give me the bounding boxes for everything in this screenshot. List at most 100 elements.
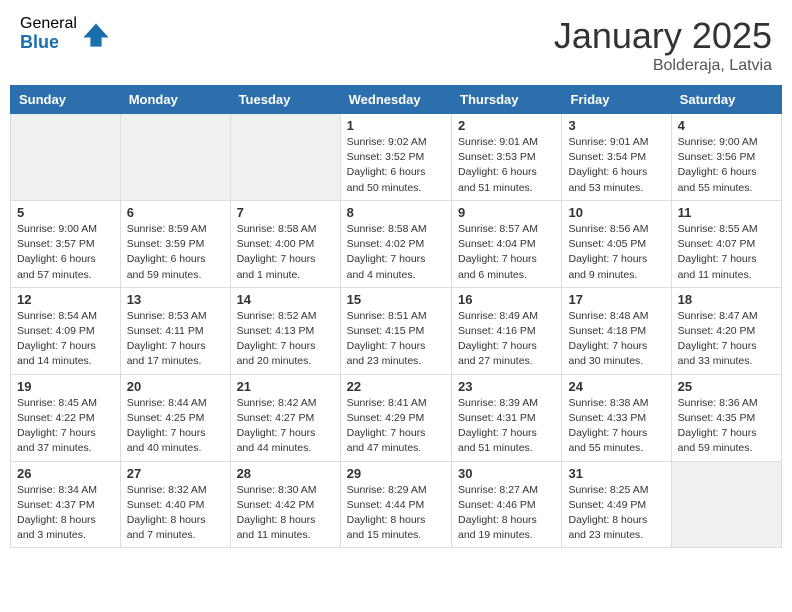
day-info: Sunrise: 8:48 AMSunset: 4:18 PMDaylight:…	[568, 309, 664, 370]
day-info: Sunrise: 8:56 AMSunset: 4:05 PMDaylight:…	[568, 222, 664, 283]
month-title: January 2025	[554, 15, 772, 57]
day-number: 20	[127, 379, 224, 394]
day-number: 7	[237, 205, 334, 220]
day-info: Sunrise: 8:41 AMSunset: 4:29 PMDaylight:…	[347, 396, 445, 457]
day-number: 11	[678, 205, 775, 220]
day-number: 17	[568, 292, 664, 307]
day-info: Sunrise: 8:32 AMSunset: 4:40 PMDaylight:…	[127, 483, 224, 544]
weekday-header: Sunday	[11, 86, 121, 114]
day-cell: 27 Sunrise: 8:32 AMSunset: 4:40 PMDayligh…	[120, 461, 230, 548]
day-number: 21	[237, 379, 334, 394]
day-number: 29	[347, 466, 445, 481]
day-info: Sunrise: 9:02 AMSunset: 3:52 PMDaylight:…	[347, 135, 445, 196]
day-cell: 17 Sunrise: 8:48 AMSunset: 4:18 PMDayligh…	[562, 287, 671, 374]
day-info: Sunrise: 8:55 AMSunset: 4:07 PMDaylight:…	[678, 222, 775, 283]
weekday-header-row: SundayMondayTuesdayWednesdayThursdayFrid…	[11, 86, 782, 114]
day-number: 8	[347, 205, 445, 220]
logo-text: General Blue	[20, 15, 77, 52]
day-cell: 28Sunrise: 8:30 AMSunset: 4:42 PMDayligh…	[230, 461, 340, 548]
day-number: 9	[458, 205, 555, 220]
day-cell: 19Sunrise: 8:45 AMSunset: 4:22 PMDayligh…	[11, 374, 121, 461]
logo-blue: Blue	[20, 33, 77, 53]
day-cell: 8 Sunrise: 8:58 AMSunset: 4:02 PMDaylight…	[340, 200, 451, 287]
day-cell: 26Sunrise: 8:34 AMSunset: 4:37 PMDayligh…	[11, 461, 121, 548]
day-cell: 4Sunrise: 9:00 AMSunset: 3:56 PMDaylight…	[671, 114, 781, 201]
day-info: Sunrise: 8:42 AMSunset: 4:27 PMDaylight:…	[237, 396, 334, 457]
calendar-week-row: 5 Sunrise: 9:00 AMSunset: 3:57 PMDaylight…	[11, 200, 782, 287]
calendar-week-row: 12 Sunrise: 8:54 AMSunset: 4:09 PMDayligh…	[11, 287, 782, 374]
day-info: Sunrise: 8:52 AMSunset: 4:13 PMDaylight:…	[237, 309, 334, 370]
day-cell: 30 Sunrise: 8:27 AMSunset: 4:46 PMDayligh…	[452, 461, 562, 548]
day-info: Sunrise: 8:36 AMSunset: 4:35 PMDaylight:…	[678, 396, 775, 457]
day-number: 27	[127, 466, 224, 481]
calendar-wrapper: SundayMondayTuesdayWednesdayThursdayFrid…	[0, 85, 792, 558]
day-number: 1	[347, 118, 445, 133]
day-number: 6	[127, 205, 224, 220]
day-cell: 24 Sunrise: 8:38 AMSunset: 4:33 PMDayligh…	[562, 374, 671, 461]
day-cell: 10 Sunrise: 8:56 AMSunset: 4:05 PMDayligh…	[562, 200, 671, 287]
day-cell	[120, 114, 230, 201]
day-cell: 2 Sunrise: 9:01 AMSunset: 3:53 PMDaylight…	[452, 114, 562, 201]
day-cell: 6 Sunrise: 8:59 AMSunset: 3:59 PMDaylight…	[120, 200, 230, 287]
day-cell	[671, 461, 781, 548]
day-number: 12	[17, 292, 114, 307]
day-info: Sunrise: 8:54 AMSunset: 4:09 PMDaylight:…	[17, 309, 114, 370]
calendar-week-row: 26Sunrise: 8:34 AMSunset: 4:37 PMDayligh…	[11, 461, 782, 548]
day-cell: 31 Sunrise: 8:25 AMSunset: 4:49 PMDayligh…	[562, 461, 671, 548]
day-info: Sunrise: 8:59 AMSunset: 3:59 PMDaylight:…	[127, 222, 224, 283]
day-number: 2	[458, 118, 555, 133]
day-info: Sunrise: 9:01 AMSunset: 3:53 PMDaylight:…	[458, 135, 555, 196]
logo: General Blue	[20, 15, 110, 52]
location: Bolderaja, Latvia	[554, 57, 772, 75]
day-number: 10	[568, 205, 664, 220]
day-info: Sunrise: 8:45 AMSunset: 4:22 PMDaylight:…	[17, 396, 114, 457]
day-info: Sunrise: 8:51 AMSunset: 4:15 PMDaylight:…	[347, 309, 445, 370]
day-number: 31	[568, 466, 664, 481]
day-number: 28	[237, 466, 334, 481]
day-info: Sunrise: 8:27 AMSunset: 4:46 PMDaylight:…	[458, 483, 555, 544]
day-info: Sunrise: 8:49 AMSunset: 4:16 PMDaylight:…	[458, 309, 555, 370]
day-number: 13	[127, 292, 224, 307]
day-number: 15	[347, 292, 445, 307]
day-info: Sunrise: 8:25 AMSunset: 4:49 PMDaylight:…	[568, 483, 664, 544]
day-info: Sunrise: 8:39 AMSunset: 4:31 PMDaylight:…	[458, 396, 555, 457]
day-cell: 12 Sunrise: 8:54 AMSunset: 4:09 PMDayligh…	[11, 287, 121, 374]
day-info: Sunrise: 8:38 AMSunset: 4:33 PMDaylight:…	[568, 396, 664, 457]
day-number: 25	[678, 379, 775, 394]
day-info: Sunrise: 9:00 AMSunset: 3:56 PMDaylight:…	[678, 135, 775, 196]
calendar-table: SundayMondayTuesdayWednesdayThursdayFrid…	[10, 85, 782, 548]
day-cell: 1 Sunrise: 9:02 AMSunset: 3:52 PMDaylight…	[340, 114, 451, 201]
day-number: 3	[568, 118, 664, 133]
day-cell: 9Sunrise: 8:57 AMSunset: 4:04 PMDaylight…	[452, 200, 562, 287]
day-number: 24	[568, 379, 664, 394]
calendar-week-row: 19Sunrise: 8:45 AMSunset: 4:22 PMDayligh…	[11, 374, 782, 461]
day-number: 5	[17, 205, 114, 220]
day-info: Sunrise: 9:01 AMSunset: 3:54 PMDaylight:…	[568, 135, 664, 196]
day-number: 23	[458, 379, 555, 394]
day-cell: 20 Sunrise: 8:44 AMSunset: 4:25 PMDayligh…	[120, 374, 230, 461]
day-cell: 23 Sunrise: 8:39 AMSunset: 4:31 PMDayligh…	[452, 374, 562, 461]
calendar-week-row: 1 Sunrise: 9:02 AMSunset: 3:52 PMDaylight…	[11, 114, 782, 201]
day-number: 26	[17, 466, 114, 481]
day-number: 16	[458, 292, 555, 307]
day-number: 14	[237, 292, 334, 307]
title-section: January 2025 Bolderaja, Latvia	[554, 15, 772, 75]
day-cell: 13Sunrise: 8:53 AMSunset: 4:11 PMDayligh…	[120, 287, 230, 374]
day-cell: 3 Sunrise: 9:01 AMSunset: 3:54 PMDaylight…	[562, 114, 671, 201]
weekday-header: Tuesday	[230, 86, 340, 114]
day-cell	[230, 114, 340, 201]
logo-icon	[82, 20, 110, 48]
day-cell: 7Sunrise: 8:58 AMSunset: 4:00 PMDaylight…	[230, 200, 340, 287]
day-info: Sunrise: 8:58 AMSunset: 4:02 PMDaylight:…	[347, 222, 445, 283]
day-cell: 16 Sunrise: 8:49 AMSunset: 4:16 PMDayligh…	[452, 287, 562, 374]
day-cell: 25 Sunrise: 8:36 AMSunset: 4:35 PMDayligh…	[671, 374, 781, 461]
day-info: Sunrise: 8:44 AMSunset: 4:25 PMDaylight:…	[127, 396, 224, 457]
day-info: Sunrise: 8:47 AMSunset: 4:20 PMDaylight:…	[678, 309, 775, 370]
day-number: 22	[347, 379, 445, 394]
day-cell: 14 Sunrise: 8:52 AMSunset: 4:13 PMDayligh…	[230, 287, 340, 374]
day-number: 30	[458, 466, 555, 481]
page-header: General Blue January 2025 Bolderaja, Lat…	[0, 0, 792, 85]
day-info: Sunrise: 9:00 AMSunset: 3:57 PMDaylight:…	[17, 222, 114, 283]
day-cell: 11 Sunrise: 8:55 AMSunset: 4:07 PMDayligh…	[671, 200, 781, 287]
weekday-header: Monday	[120, 86, 230, 114]
